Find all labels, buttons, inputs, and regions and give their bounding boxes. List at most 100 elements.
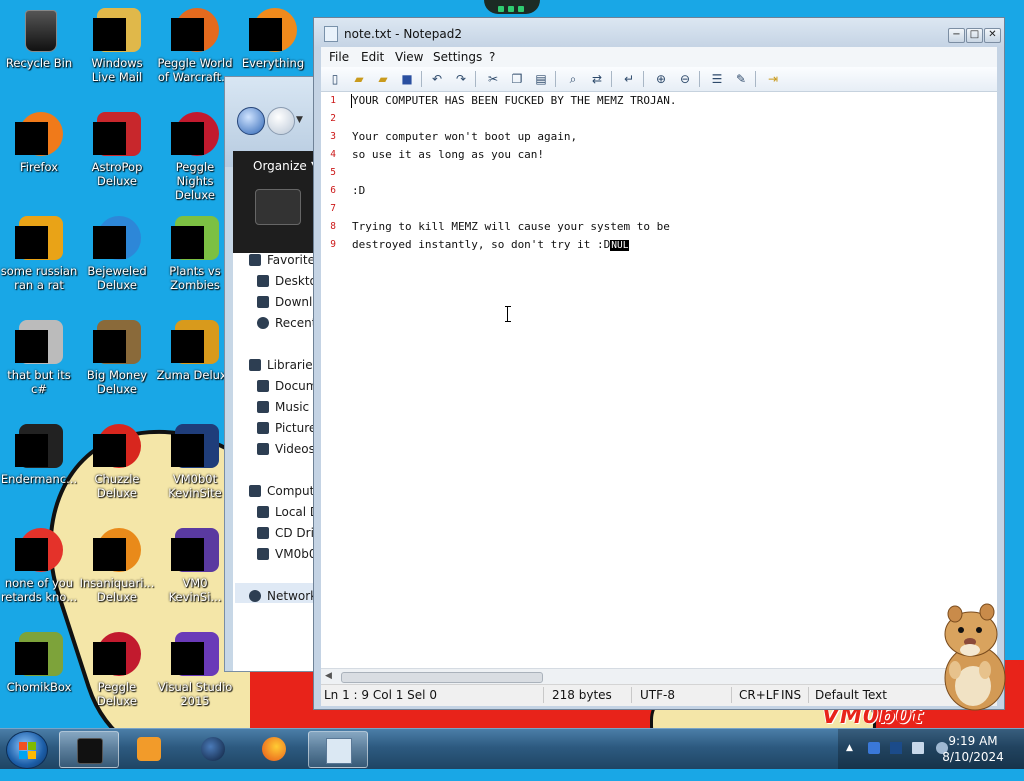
music-icon (257, 401, 269, 413)
browse-icon[interactable]: ▰ (375, 71, 391, 87)
desktop-icon-endermanch[interactable]: Endermanc... (0, 422, 78, 486)
desktop-icon-that-but-csharp[interactable]: that but its c# (0, 318, 78, 396)
save-icon[interactable]: ■ (399, 71, 415, 87)
desktop-icon-pvz[interactable]: Plants vs Zombies (156, 214, 234, 292)
redo-icon[interactable]: ↷ (453, 71, 469, 87)
desktop-icon-peggle-deluxe[interactable]: Peggle Deluxe (78, 630, 156, 708)
forward-icon[interactable] (267, 107, 295, 135)
nav-item-music[interactable]: Music (257, 400, 309, 414)
icon-label: Recycle Bin (5, 56, 73, 70)
desktop-icon-chuzzle[interactable]: Chuzzle Deluxe (78, 422, 156, 500)
menu-bar: File Edit View Settings ? (321, 47, 997, 67)
notepad-window[interactable]: note.txt - Notepad2 − □ ✕ File Edit View… (313, 17, 1005, 710)
text-editor[interactable]: 1 2 3 4 5 6 7 8 9 YOUR COMPUTER HAS BEEN… (321, 92, 997, 668)
desktop-icon-vm0b0t-kevinsite[interactable]: VM0b0t KevinSite (156, 422, 234, 500)
menu-help[interactable]: ? (489, 50, 495, 64)
icon-label: Chuzzle Deluxe (94, 472, 140, 500)
taskbar-explorer[interactable] (59, 731, 119, 768)
desktop-icon (257, 275, 269, 287)
desktop-icon-zuma[interactable]: Zuma Deluxe (156, 318, 234, 382)
computer-icon (249, 485, 261, 497)
desktop-icon-visual-studio[interactable]: Visual Studio 2015 (156, 630, 234, 708)
app-icon (15, 434, 48, 467)
desktop-icon-vm0-kevinsite[interactable]: VM0 KevinSi... (156, 526, 234, 604)
scroll-left-icon[interactable]: ◀ (325, 671, 332, 681)
desktop-icon-recycle-bin[interactable]: Recycle Bin (0, 6, 78, 70)
desktop-icon-firefox[interactable]: Firefox (0, 110, 78, 174)
desktop-icon-chomikbox[interactable]: ChomikBox (0, 630, 78, 694)
desktop-icon-peggle-nights[interactable]: Peggle Nights Deluxe (156, 110, 234, 202)
status-bar: Ln 1 : 9 Col 1 Sel 0 218 bytes UTF-8 CR+… (321, 684, 997, 706)
scrollbar-thumb[interactable] (341, 672, 543, 683)
menu-edit[interactable]: Edit (361, 50, 384, 64)
tray-arrow-icon[interactable]: ▲ (846, 742, 858, 754)
zoom-out-icon[interactable]: ⊖ (677, 71, 693, 87)
desktop-icon-russian-rat[interactable]: some russian ran a rat (0, 214, 78, 292)
zoom-in-icon[interactable]: ⊕ (653, 71, 669, 87)
action-center-icon[interactable] (890, 742, 902, 754)
organize-button[interactable]: Organize (253, 159, 307, 173)
line-number: 6 (330, 185, 336, 196)
desktop-icon-insaniquarium[interactable]: Insaniquari... Deluxe (78, 526, 156, 604)
status-scheme[interactable]: Default Text (815, 688, 887, 702)
taskbar-firefox[interactable] (245, 731, 303, 766)
horizontal-scrollbar[interactable]: ◀ (321, 668, 997, 685)
desktop-icon-bejeweled[interactable]: Bejeweled Deluxe (78, 214, 156, 292)
maximize-button[interactable]: □ (966, 28, 983, 43)
taskbar-media-player[interactable] (120, 731, 178, 766)
desktop-icon-astropop[interactable]: AstroPop Deluxe (78, 110, 156, 188)
explorer-window[interactable]: ▼ Organize ▼ Favorites Desktop Downloads… (224, 76, 358, 672)
clock[interactable]: 9:19 AM 8/10/2024 (938, 733, 1008, 765)
nav-item-favorites[interactable]: Favorites (249, 253, 321, 267)
taskbar: ▲ 9:19 AM 8/10/2024 (0, 728, 1024, 769)
picture-icon (257, 422, 269, 434)
start-button[interactable] (6, 731, 48, 769)
desktop-icon-everything[interactable]: Everything (234, 6, 312, 70)
app-icon (171, 330, 204, 363)
app-icon (15, 642, 48, 675)
window-title: note.txt - Notepad2 (344, 27, 462, 41)
cut-icon[interactable]: ✂ (485, 71, 501, 87)
network-tray-icon[interactable] (912, 742, 924, 754)
desktop-icon-big-money[interactable]: Big Money Deluxe (78, 318, 156, 396)
chevron-down-icon[interactable]: ▼ (296, 115, 303, 125)
copy-icon[interactable]: ❐ (509, 71, 525, 87)
minimize-button[interactable]: − (948, 28, 965, 43)
nav-item-vm0b0t[interactable]: VM0b0t (257, 547, 321, 561)
back-icon[interactable] (237, 107, 265, 135)
ibeam-cursor-icon (505, 306, 511, 322)
word-wrap-icon[interactable]: ↵ (621, 71, 637, 87)
find-icon[interactable]: ⌕ (565, 71, 581, 87)
nav-item-videos[interactable]: Videos (257, 442, 315, 456)
desktop-icon-windows-live-mail[interactable]: Windows Live Mail (78, 6, 156, 84)
firefox-icon (262, 737, 286, 761)
menu-settings[interactable]: Settings (433, 50, 482, 64)
undo-icon[interactable]: ↶ (429, 71, 445, 87)
network-drive-icon (257, 548, 269, 560)
tray-app-icon[interactable] (868, 742, 880, 754)
menu-file[interactable]: File (329, 50, 349, 64)
taskbar-globe[interactable] (184, 731, 242, 766)
paste-icon[interactable]: ▤ (533, 71, 549, 87)
nav-item-network[interactable]: Network (249, 589, 317, 603)
customize-icon[interactable]: ✎ (733, 71, 749, 87)
menu-view[interactable]: View (395, 50, 423, 64)
taskbar-notepad2[interactable] (308, 731, 368, 768)
title-bar[interactable]: note.txt - Notepad2 − □ ✕ (314, 18, 1004, 48)
icon-label: VM0 KevinSi... (168, 576, 222, 604)
status-eol[interactable]: CR+LF (739, 688, 779, 702)
nav-item-libraries[interactable]: Libraries (249, 358, 319, 372)
open-folder-icon[interactable]: ▰ (351, 71, 367, 87)
status-mode[interactable]: INS (781, 688, 801, 702)
icon-label: Bejeweled Deluxe (87, 264, 147, 292)
icon-label: none of you retards kno... (0, 576, 78, 604)
close-button[interactable]: ✕ (984, 28, 1001, 43)
schemes-icon[interactable]: ☰ (709, 71, 725, 87)
replace-icon[interactable]: ⇄ (589, 71, 605, 87)
status-encoding[interactable]: UTF-8 (640, 688, 675, 702)
desktop-icon-none-of-you[interactable]: none of you retards kno... (0, 526, 78, 604)
new-file-icon[interactable]: ▯ (327, 71, 343, 87)
desktop-icon-peggle-wow[interactable]: Peggle World of Warcraft... (156, 6, 234, 84)
app-icon (171, 226, 204, 259)
exit-icon[interactable]: ⇥ (765, 71, 781, 87)
